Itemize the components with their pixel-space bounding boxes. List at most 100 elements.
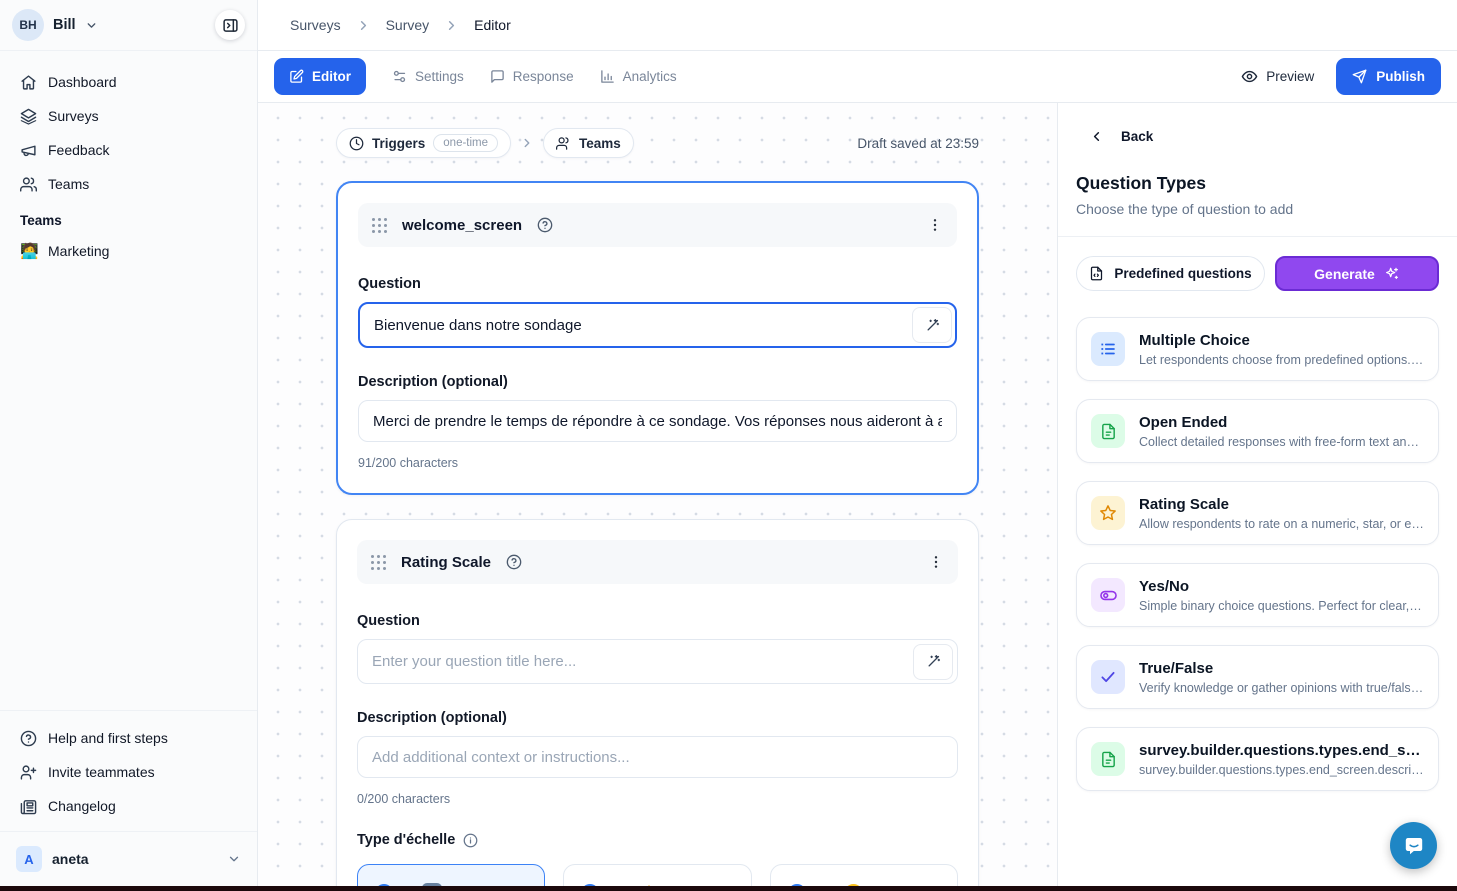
question-input[interactable] [357, 639, 958, 684]
divider [1058, 236, 1457, 237]
bar-chart-icon [600, 69, 615, 84]
predefined-questions-button[interactable]: Predefined questions [1076, 256, 1265, 291]
sliders-icon [392, 69, 407, 84]
check-icon [1091, 660, 1125, 694]
home-icon [20, 74, 37, 91]
sidebar-item-feedback[interactable]: Feedback [10, 133, 247, 167]
tab-analytics[interactable]: Analytics [600, 69, 677, 84]
sidebar-item-invite[interactable]: Invite teammates [10, 755, 247, 789]
question-type-yes-no[interactable]: Yes/No Simple binary choice questions. P… [1076, 563, 1439, 627]
sidebar-header: BH Bill [0, 0, 257, 51]
screen-bottom-edge [0, 886, 1457, 891]
star-icon [1091, 496, 1125, 530]
survey-canvas: Triggers one-time Teams Draft sav [258, 103, 1057, 886]
magic-wand-button[interactable] [912, 307, 952, 343]
generate-button[interactable]: Generate [1275, 256, 1439, 291]
publish-button[interactable]: Publish [1336, 58, 1441, 95]
sidebar-item-marketing[interactable]: 🧑‍💻 Marketing [10, 234, 247, 268]
org-switcher[interactable]: A aneta [10, 842, 247, 876]
breadcrumb-editor: Editor [474, 17, 511, 33]
card-header: welcome_screen [358, 203, 957, 247]
tab-label: Analytics [623, 69, 677, 84]
sidebar-bottom-nav: Help and first steps Invite teammates Ch… [0, 710, 257, 823]
file-text-icon [1091, 414, 1125, 448]
main-area: Surveys Survey Editor Editor Settings [258, 0, 1457, 886]
team-name: Marketing [48, 243, 109, 259]
question-type-open-ended[interactable]: Open Ended Collect detailed responses wi… [1076, 399, 1439, 463]
sidebar-spacer [0, 268, 257, 710]
publish-label: Publish [1376, 69, 1425, 84]
info-circle-icon[interactable] [463, 833, 478, 848]
teams-section-label: Teams [10, 201, 247, 234]
help-circle-icon[interactable] [537, 217, 553, 233]
help-circle-icon[interactable] [506, 554, 522, 570]
avatar[interactable]: BH [12, 9, 44, 41]
back-label: Back [1121, 129, 1153, 144]
sidebar-item-teams[interactable]: Teams [10, 167, 247, 201]
scale-option-stars[interactable]: Stars [563, 864, 751, 886]
scale-type-label: Type d'échelle [357, 832, 455, 848]
send-icon [1352, 69, 1367, 84]
editor-toolbar: Editor Settings Response Analytics [258, 51, 1457, 103]
users-icon [556, 136, 571, 151]
question-type-rating-scale[interactable]: Rating Scale Allow respondents to rate o… [1076, 481, 1439, 545]
chat-widget-button[interactable] [1390, 822, 1437, 869]
toggle-icon [1091, 578, 1125, 612]
draft-status: Draft saved at 23:59 [857, 136, 979, 151]
question-type-end-screen[interactable]: survey.builder.questions.types.end_scr..… [1076, 727, 1439, 791]
clock-icon [349, 136, 364, 151]
description-input[interactable] [358, 400, 957, 442]
kebab-menu-icon[interactable] [927, 217, 943, 233]
chevron-down-icon[interactable] [85, 19, 98, 32]
description-label: Description (optional) [357, 710, 958, 726]
type-title: True/False [1139, 660, 1424, 677]
sidebar-item-changelog[interactable]: Changelog [10, 789, 247, 823]
question-card-rating-scale[interactable]: Rating Scale Question [336, 519, 979, 886]
triggers-pill[interactable]: Triggers one-time [336, 128, 511, 158]
panel-actions: Predefined questions Generate [1076, 256, 1439, 291]
card-title: Rating Scale [401, 554, 491, 571]
teams-pill[interactable]: Teams [543, 128, 634, 158]
drag-handle-icon[interactable] [371, 555, 386, 570]
file-text-icon [1091, 742, 1125, 776]
question-type-true-false[interactable]: True/False Verify knowledge or gather op… [1076, 645, 1439, 709]
preview-button[interactable]: Preview [1241, 68, 1314, 85]
question-types-panel: Back Question Types Choose the type of q… [1057, 103, 1457, 886]
help-circle-icon [20, 730, 37, 747]
preview-label: Preview [1266, 69, 1314, 84]
tab-editor[interactable]: Editor [274, 58, 366, 95]
breadcrumb-surveys[interactable]: Surveys [290, 17, 341, 33]
description-input[interactable] [357, 736, 958, 778]
description-label: Description (optional) [358, 374, 957, 390]
collapse-sidebar-button[interactable] [215, 10, 245, 40]
type-description: Let respondents choose from predefined o… [1139, 353, 1424, 367]
predefined-label: Predefined questions [1114, 266, 1251, 281]
question-type-multiple-choice[interactable]: Multiple Choice Let respondents choose f… [1076, 317, 1439, 381]
triggers-label: Triggers [372, 136, 425, 151]
chevron-down-icon [227, 852, 241, 866]
drag-handle-icon[interactable] [372, 218, 387, 233]
question-card-welcome-screen[interactable]: welcome_screen Question [336, 181, 979, 495]
back-button[interactable]: Back [1076, 129, 1439, 144]
pencil-square-icon [289, 69, 304, 84]
one-time-badge: one-time [433, 134, 498, 152]
sparkles-icon [1384, 266, 1400, 282]
type-title: survey.builder.questions.types.end_scr..… [1139, 742, 1424, 759]
magic-wand-button[interactable] [913, 644, 953, 680]
sidebar-item-surveys[interactable]: Surveys [10, 99, 247, 133]
type-description: Collect detailed responses with free-for… [1139, 435, 1424, 449]
tab-settings[interactable]: Settings [392, 69, 464, 84]
teams-pill-label: Teams [579, 136, 621, 151]
question-input[interactable] [358, 302, 957, 348]
scale-option-numeric[interactable]: # Numeric [357, 864, 545, 886]
user-name[interactable]: Bill [53, 17, 76, 33]
sidebar-footer: A aneta [0, 831, 257, 886]
kebab-menu-icon[interactable] [928, 554, 944, 570]
type-title: Multiple Choice [1139, 332, 1424, 349]
sidebar-item-dashboard[interactable]: Dashboard [10, 65, 247, 99]
breadcrumb-survey[interactable]: Survey [386, 17, 430, 33]
scale-option-emoji[interactable]: Emoji [770, 864, 958, 886]
tab-response[interactable]: Response [490, 69, 574, 84]
sidebar-item-help[interactable]: Help and first steps [10, 721, 247, 755]
wand-sparkles-icon [925, 318, 940, 333]
